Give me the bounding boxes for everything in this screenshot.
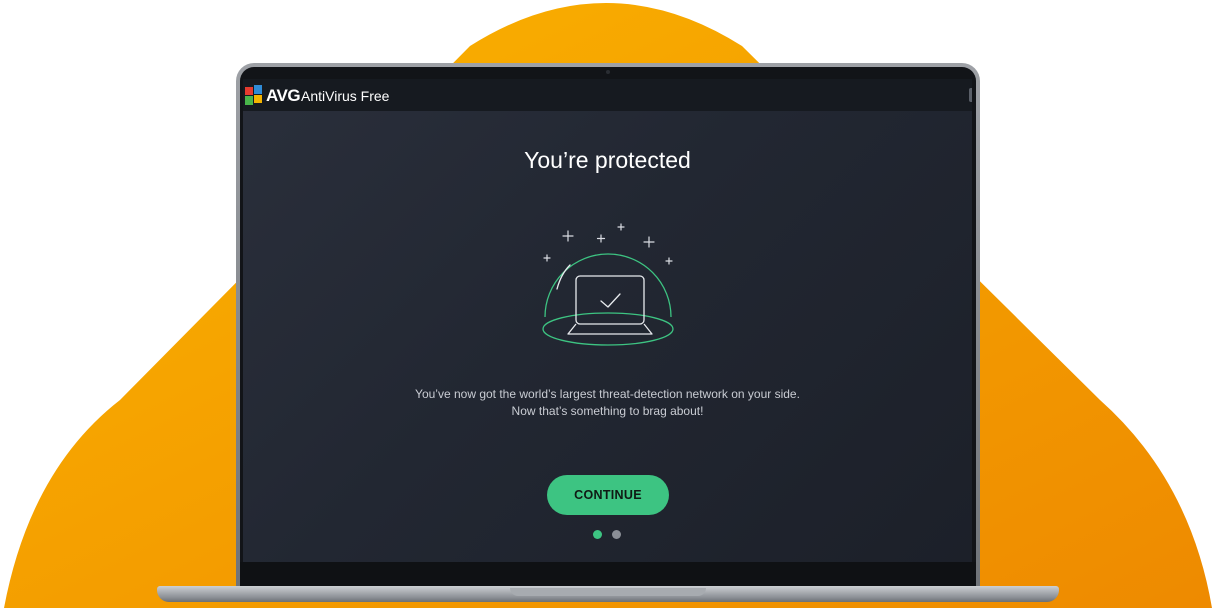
app-window: AVG AntiVirus Free You’re protected You’… [243, 79, 972, 562]
description-line-2: Now that’s something to brag about! [511, 404, 704, 418]
product-name: AntiVirus Free [301, 88, 390, 104]
laptop-chin [240, 562, 976, 588]
page-dot-1[interactable] [593, 530, 602, 539]
page-indicator [593, 530, 621, 539]
protected-laptop-dome-icon [542, 223, 674, 346]
continue-button[interactable]: CONTINUE [547, 475, 669, 515]
camera-icon [606, 70, 610, 74]
avg-logo-icon [245, 85, 262, 105]
description-line-1: You’ve now got the world’s largest threa… [415, 387, 800, 401]
title-bar: AVG AntiVirus Free [243, 79, 972, 111]
laptop-base-notch [510, 588, 706, 596]
brand-name: AVG [266, 86, 301, 105]
page-dot-2[interactable] [612, 530, 621, 539]
page-title: You’re protected [524, 147, 691, 173]
description: You’ve now got the world’s largest threa… [243, 386, 972, 420]
window-edge-handle [969, 88, 972, 102]
